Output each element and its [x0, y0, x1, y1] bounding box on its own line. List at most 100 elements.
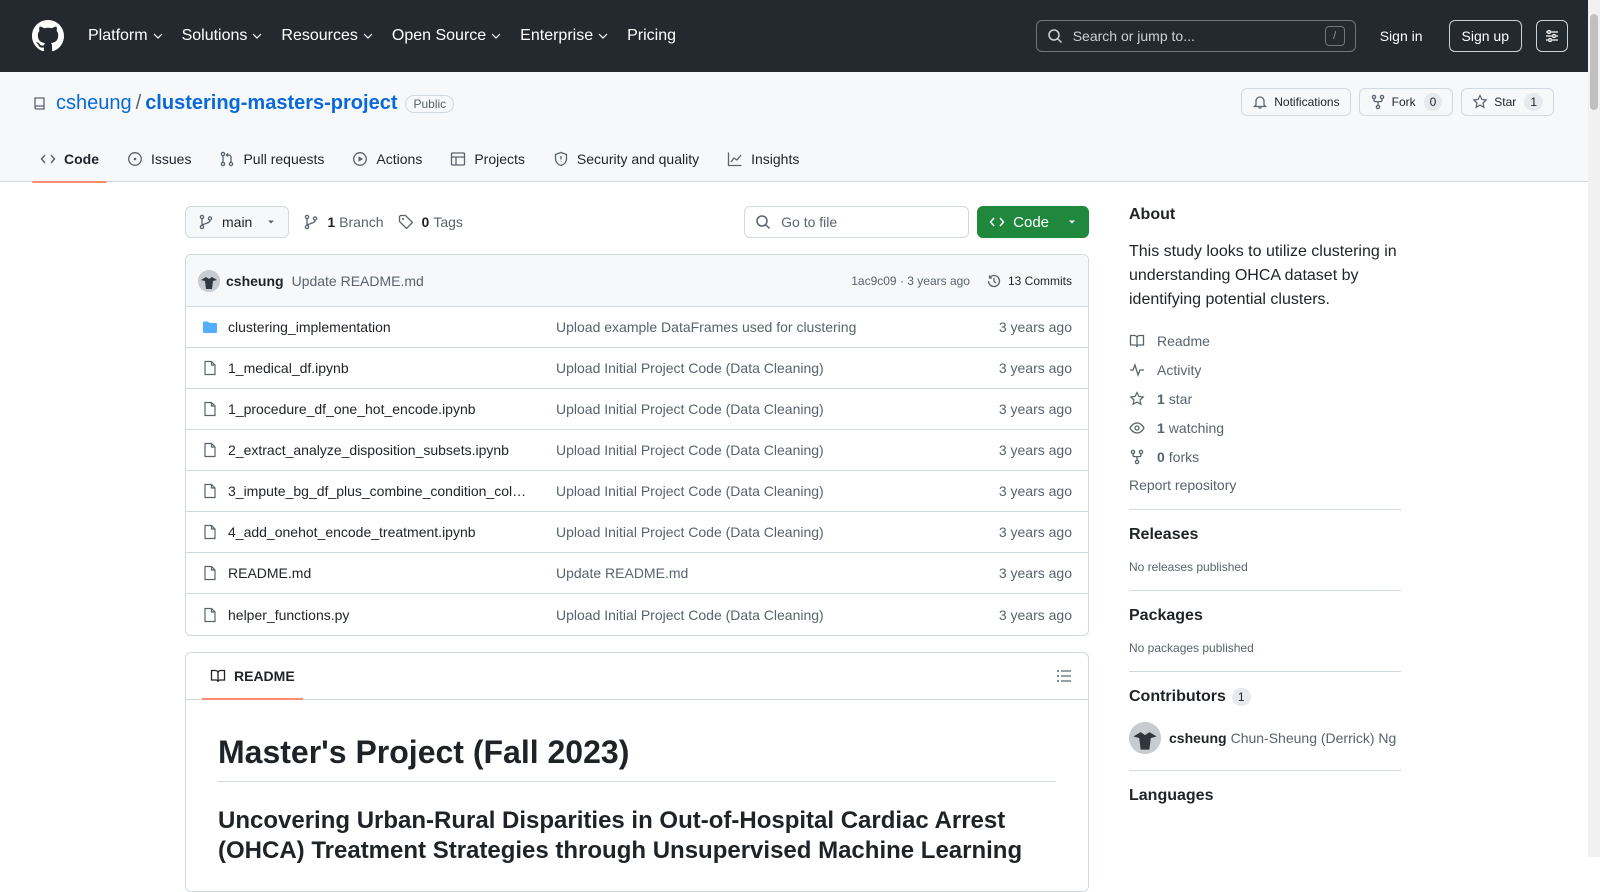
- packages-title[interactable]: Packages: [1129, 607, 1401, 625]
- watchers-link[interactable]: 1 watching: [1129, 419, 1401, 436]
- readme-link[interactable]: Readme: [1129, 332, 1401, 349]
- tab-pull-requests[interactable]: Pull requests: [211, 136, 332, 182]
- star-icon: [1129, 390, 1145, 405]
- file-commit-message[interactable]: Upload Initial Project Code (Data Cleani…: [556, 524, 983, 540]
- avatar[interactable]: [198, 269, 220, 292]
- repo-tabs: Code Issues Pull requests Actions Projec…: [32, 136, 819, 183]
- nav-pricing[interactable]: Pricing: [627, 27, 676, 45]
- fork-button[interactable]: Fork 0: [1358, 88, 1454, 116]
- history-icon: [987, 274, 1001, 287]
- notifications-button[interactable]: Notifications: [1241, 88, 1351, 116]
- readme-heading-1: Master's Project (Fall 2023): [218, 734, 1056, 782]
- file-commit-message[interactable]: Upload Initial Project Code (Data Cleani…: [556, 483, 983, 499]
- file-commit-message[interactable]: Upload Initial Project Code (Data Cleani…: [556, 442, 983, 458]
- file-row[interactable]: 1_medical_df.ipynb Upload Initial Project…: [186, 348, 1088, 389]
- main-content: main 1 Branch 0 Tags Go to file Code csh…: [185, 206, 1089, 892]
- file-row[interactable]: 4_add_onehot_encode_treatment.ipynb Uploa…: [186, 512, 1088, 553]
- global-search-input[interactable]: Search or jump to... /: [1035, 20, 1356, 52]
- readme-tab[interactable]: README: [202, 653, 303, 700]
- file-icon: [204, 607, 216, 622]
- star-label: Star: [1494, 95, 1517, 109]
- contributors-section: Contributors 1 csheung Chun-Sheung (Derri…: [1129, 671, 1401, 754]
- go-to-file-placeholder: Go to file: [781, 214, 838, 230]
- report-repository-link[interactable]: Report repository: [1129, 477, 1401, 493]
- tab-label: Insights: [751, 151, 800, 167]
- commit-author-link[interactable]: csheung: [226, 273, 284, 289]
- repo-icon: [34, 96, 45, 110]
- caret-down-icon: [268, 220, 275, 224]
- commit-message-link[interactable]: Update README.md: [292, 273, 424, 289]
- repo-owner-link[interactable]: csheung: [56, 92, 132, 115]
- file-row[interactable]: README.md Update README.md 3 years ago: [186, 553, 1088, 594]
- tag-label: Tags: [433, 214, 463, 230]
- file-name-link[interactable]: 2_extract_analyze_disposition_subsets.ip…: [228, 442, 528, 458]
- book-icon: [210, 669, 226, 683]
- contributor-item[interactable]: csheung Chun-Sheung (Derrick) Ng: [1129, 722, 1401, 754]
- nav-label: Open Source: [391, 27, 487, 44]
- sign-up-button[interactable]: Sign up: [1448, 20, 1522, 52]
- file-icon: [204, 565, 216, 581]
- nav-platform[interactable]: Platform: [88, 27, 164, 45]
- branch-icon: [305, 214, 318, 230]
- pull-request-icon: [221, 151, 234, 167]
- search-placeholder: Search or jump to...: [1072, 28, 1195, 44]
- file-name-link[interactable]: 1_medical_df.ipynb: [228, 360, 528, 376]
- file-name-link[interactable]: 3_impute_bg_df_plus_combine_condition_co…: [228, 483, 528, 499]
- file-commit-time: 3 years ago: [998, 565, 1072, 581]
- tab-actions[interactable]: Actions: [344, 136, 430, 182]
- scrollbar-thumb[interactable]: [1590, 14, 1598, 110]
- tab-security[interactable]: Security and quality: [545, 136, 707, 182]
- file-row[interactable]: clustering_implementation Upload example …: [186, 307, 1088, 348]
- commits-link[interactable]: 13 Commits: [986, 273, 1072, 289]
- menu-button[interactable]: [1536, 20, 1568, 52]
- stars-link[interactable]: 1 star: [1129, 390, 1401, 407]
- branches-link[interactable]: 1 Branch: [303, 214, 384, 230]
- avatar[interactable]: [1129, 722, 1161, 754]
- outline-button[interactable]: [1056, 668, 1072, 684]
- file-row[interactable]: helper_functions.py Upload Initial Projec…: [186, 594, 1088, 635]
- file-name-link[interactable]: 1_procedure_df_one_hot_encode.ipynb: [228, 401, 528, 417]
- file-row[interactable]: 2_extract_analyze_disposition_subsets.ip…: [186, 430, 1088, 471]
- file-name-link[interactable]: 4_add_onehot_encode_treatment.ipynb: [228, 524, 528, 540]
- github-logo-icon[interactable]: [32, 20, 64, 52]
- go-to-file-input[interactable]: Go to file: [744, 206, 970, 238]
- code-dropdown-button[interactable]: Code: [977, 206, 1089, 238]
- file-commit-message[interactable]: Upload example DataFrames used for clust…: [556, 319, 983, 335]
- tab-issues[interactable]: Issues: [119, 136, 199, 182]
- file-row[interactable]: 3_impute_bg_df_plus_combine_condition_co…: [186, 471, 1088, 512]
- readme-panel: README Master's Project (Fall 2023) Unco…: [185, 652, 1089, 892]
- tab-insights[interactable]: Insights: [719, 136, 807, 182]
- file-name-link[interactable]: README.md: [228, 565, 528, 581]
- file-commit-message[interactable]: Upload Initial Project Code (Data Cleani…: [556, 401, 983, 417]
- forks-link[interactable]: 0 forks: [1129, 448, 1401, 465]
- commit-sha-time[interactable]: 1ac9c09 · 3 years ago: [851, 274, 970, 288]
- shield-icon: [554, 151, 568, 167]
- releases-title[interactable]: Releases: [1129, 526, 1401, 544]
- nav-label: Resources: [281, 27, 358, 44]
- about-title: About: [1129, 206, 1176, 223]
- contributors-title[interactable]: Contributors 1: [1129, 688, 1401, 706]
- star-button[interactable]: Star 1: [1461, 88, 1554, 116]
- repo-name-link[interactable]: clustering-masters-project: [145, 92, 397, 115]
- sign-in-link[interactable]: Sign in: [1380, 28, 1423, 44]
- file-name-link[interactable]: clustering_implementation: [228, 319, 528, 335]
- activity-link[interactable]: Activity: [1129, 361, 1401, 378]
- tags-link[interactable]: 0 Tags: [398, 214, 463, 230]
- repo-actions: Notifications Fork 0 Star 1: [1233, 88, 1554, 116]
- tab-code[interactable]: Code: [32, 136, 107, 183]
- file-commit-message[interactable]: Upload Initial Project Code (Data Cleani…: [556, 607, 983, 623]
- readme-tab-label: README: [234, 668, 295, 684]
- branch-select-button[interactable]: main: [185, 206, 290, 238]
- file-commit-message[interactable]: Upload Initial Project Code (Data Cleani…: [556, 360, 983, 376]
- nav-enterprise[interactable]: Enterprise: [520, 27, 609, 45]
- nav-open-source[interactable]: Open Source: [392, 27, 502, 45]
- nav-solutions[interactable]: Solutions: [182, 27, 264, 45]
- tab-projects[interactable]: Projects: [442, 136, 533, 182]
- tab-label: Pull requests: [243, 151, 325, 167]
- file-row[interactable]: 1_procedure_df_one_hot_encode.ipynb Uploa…: [186, 389, 1088, 430]
- repo-title: csheung / clustering-masters-project Pub…: [32, 92, 455, 115]
- file-name-link[interactable]: helper_functions.py: [228, 607, 528, 623]
- page-scrollbar[interactable]: [1588, 0, 1600, 857]
- nav-resources[interactable]: Resources: [281, 27, 373, 45]
- file-commit-message[interactable]: Update README.md: [556, 565, 983, 581]
